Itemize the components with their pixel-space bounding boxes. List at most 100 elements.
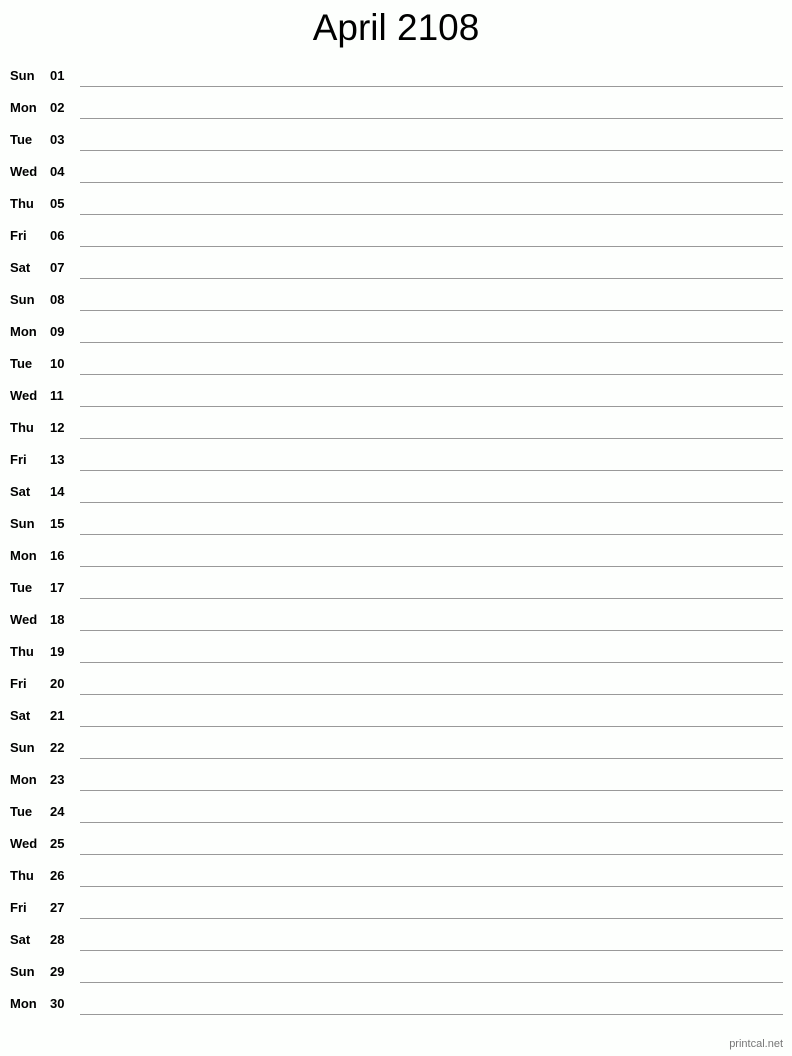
day-of-week-label: Tue <box>10 580 33 595</box>
day-number-label: 16 <box>50 548 65 563</box>
day-number-label: 11 <box>50 388 64 403</box>
day-row: Sun 08 <box>0 284 792 316</box>
day-number-label: 26 <box>50 868 65 883</box>
day-number-label: 06 <box>50 228 65 243</box>
day-of-week-label: Sat <box>10 260 31 275</box>
day-number-label: 20 <box>50 676 65 691</box>
writing-line <box>80 342 783 343</box>
day-row: Fri 20 <box>0 668 792 700</box>
day-number-label: 04 <box>50 164 65 179</box>
day-of-week-label: Wed <box>10 836 38 851</box>
day-number-label: 08 <box>50 292 65 307</box>
day-number-label: 21 <box>50 708 65 723</box>
day-number-label: 10 <box>50 356 65 371</box>
writing-line <box>80 854 783 855</box>
writing-line <box>80 662 783 663</box>
day-number-label: 07 <box>50 260 65 275</box>
day-of-week-label: Mon <box>10 772 37 787</box>
day-row: Sun 15 <box>0 508 792 540</box>
day-row: Wed 11 <box>0 380 792 412</box>
day-row: Tue 10 <box>0 348 792 380</box>
day-number-label: 27 <box>50 900 65 915</box>
writing-line <box>80 918 783 919</box>
writing-line <box>80 470 783 471</box>
writing-line <box>80 182 783 183</box>
day-of-week-label: Fri <box>10 676 27 691</box>
day-number-label: 29 <box>50 964 65 979</box>
writing-line <box>80 598 783 599</box>
day-row: Tue 17 <box>0 572 792 604</box>
footer-credit: printcal.net <box>729 1038 783 1050</box>
day-number-label: 19 <box>50 644 65 659</box>
page-title: April 2108 <box>312 7 480 48</box>
day-number-label: 18 <box>50 612 65 627</box>
day-of-week-label: Wed <box>10 612 38 627</box>
day-of-week-label: Fri <box>10 900 27 915</box>
day-of-week-label: Tue <box>10 356 33 371</box>
day-number-label: 09 <box>50 324 65 339</box>
writing-line <box>80 790 783 791</box>
day-number-label: 12 <box>50 420 65 435</box>
day-number-label: 24 <box>50 804 65 819</box>
writing-line <box>80 726 783 727</box>
writing-line <box>80 1014 783 1015</box>
day-of-week-label: Tue <box>10 132 33 147</box>
day-number-label: 13 <box>50 452 65 467</box>
day-row: Thu 19 <box>0 636 792 668</box>
day-of-week-label: Fri <box>10 452 27 467</box>
day-row: Tue 24 <box>0 796 792 828</box>
day-number-label: 23 <box>50 772 65 787</box>
day-row: Wed 04 <box>0 156 792 188</box>
day-row: Sat 28 <box>0 924 792 956</box>
day-of-week-label: Sun <box>10 740 35 755</box>
day-row: Thu 12 <box>0 412 792 444</box>
day-number-label: 30 <box>50 996 65 1011</box>
day-row: Sat 21 <box>0 700 792 732</box>
day-number-label: 14 <box>50 484 65 499</box>
writing-line <box>80 310 783 311</box>
day-row: Fri 06 <box>0 220 792 252</box>
day-row: Mon 30 <box>0 988 792 1020</box>
day-of-week-label: Thu <box>10 420 34 435</box>
day-row: Fri 13 <box>0 444 792 476</box>
day-row: Sat 14 <box>0 476 792 508</box>
day-of-week-label: Wed <box>10 388 38 403</box>
day-row: Sat 07 <box>0 252 792 284</box>
day-of-week-label: Thu <box>10 644 34 659</box>
writing-line <box>80 822 783 823</box>
day-row: Mon 23 <box>0 764 792 796</box>
day-number-label: 22 <box>50 740 65 755</box>
writing-line <box>80 886 783 887</box>
day-of-week-label: Sun <box>10 68 35 83</box>
writing-line <box>80 758 783 759</box>
writing-line <box>80 950 783 951</box>
day-number-label: 05 <box>50 196 65 211</box>
day-row: Wed 18 <box>0 604 792 636</box>
day-of-week-label: Mon <box>10 324 37 339</box>
writing-line <box>80 246 783 247</box>
writing-line <box>80 86 783 87</box>
day-number-label: 15 <box>50 516 65 531</box>
writing-line <box>80 630 783 631</box>
day-number-label: 28 <box>50 932 65 947</box>
day-of-week-label: Sat <box>10 708 31 723</box>
writing-line <box>80 982 783 983</box>
day-row: Wed 25 <box>0 828 792 860</box>
writing-line <box>80 502 783 503</box>
day-of-week-label: Sat <box>10 484 31 499</box>
day-of-week-label: Thu <box>10 868 34 883</box>
day-of-week-label: Sun <box>10 292 35 307</box>
day-row: Mon 16 <box>0 540 792 572</box>
day-of-week-label: Sun <box>10 516 35 531</box>
writing-line <box>80 694 783 695</box>
day-of-week-label: Tue <box>10 804 33 819</box>
writing-line <box>80 406 783 407</box>
day-of-week-label: Mon <box>10 996 37 1011</box>
day-row: Tue 03 <box>0 124 792 156</box>
day-row: Mon 02 <box>0 92 792 124</box>
day-row: Mon 09 <box>0 316 792 348</box>
writing-line <box>80 118 783 119</box>
writing-line <box>80 214 783 215</box>
day-of-week-label: Fri <box>10 228 27 243</box>
writing-line <box>80 438 783 439</box>
